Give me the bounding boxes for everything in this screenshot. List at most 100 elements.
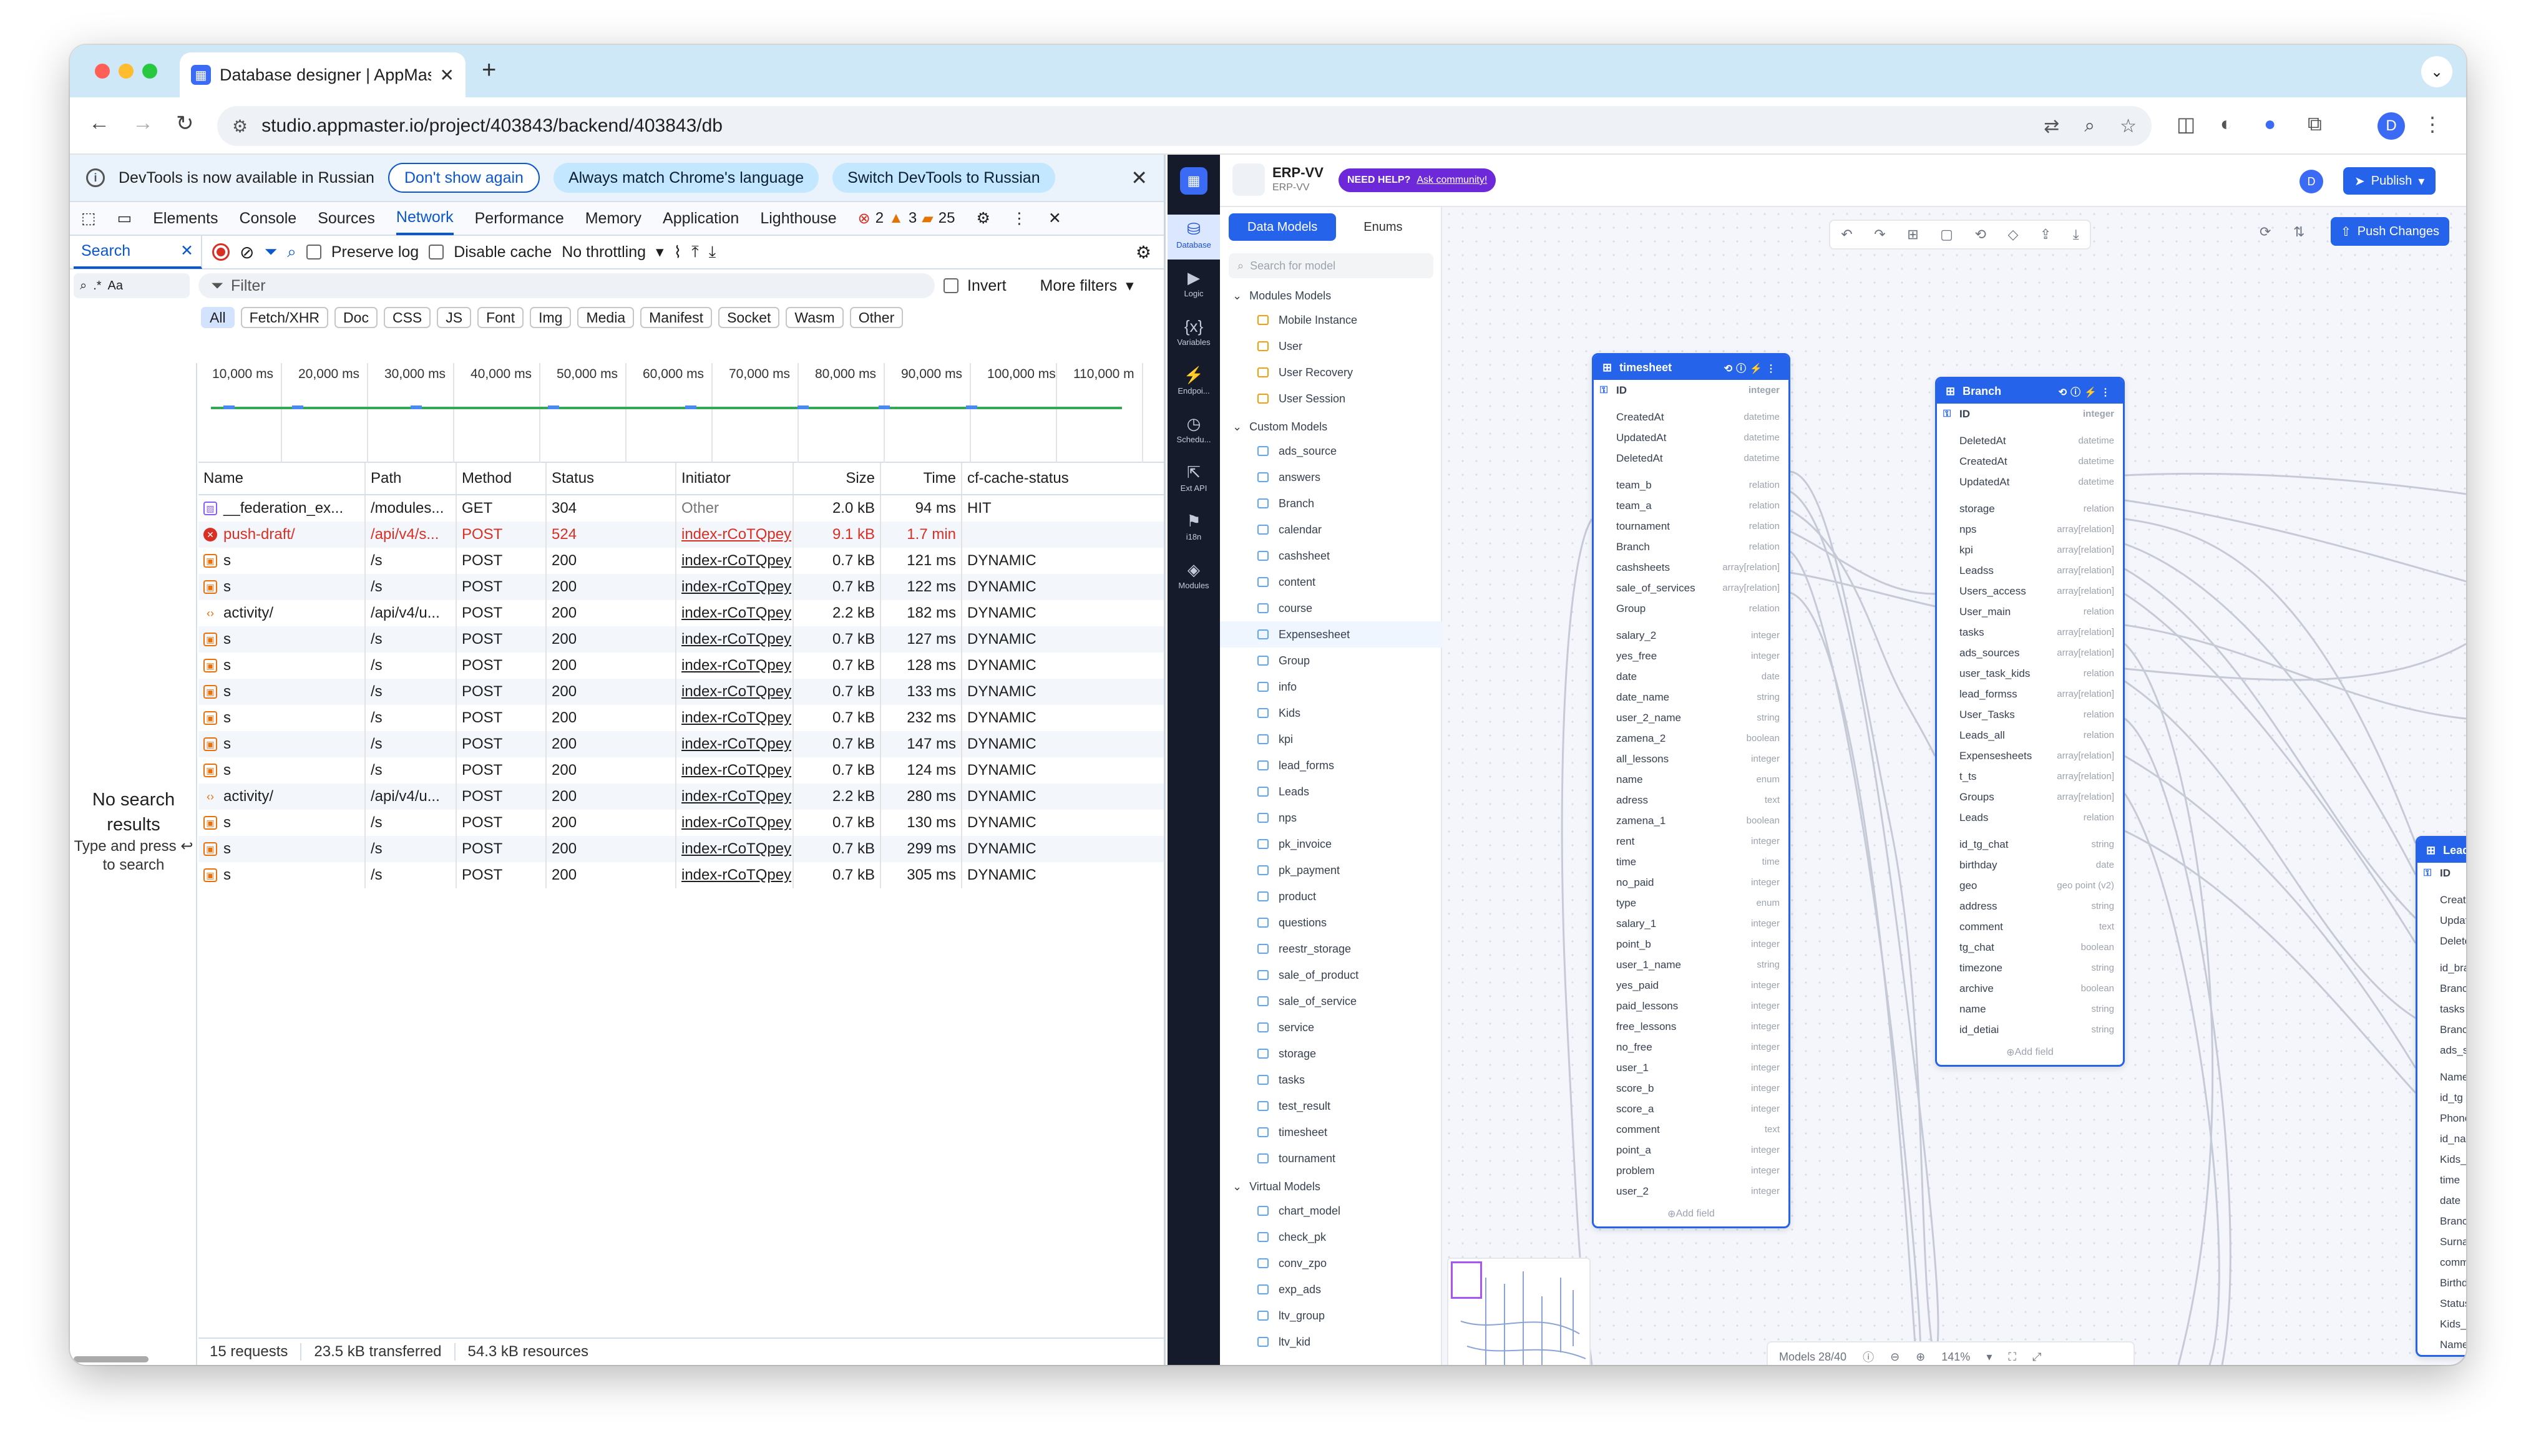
- field-row[interactable]: team_a relation: [1594, 495, 1788, 516]
- initiator-cell[interactable]: index-rCoTQpey: [676, 862, 794, 888]
- name-cell[interactable]: ▣ s: [198, 548, 366, 574]
- diagram-canvas[interactable]: ↶ ↷ ⊞ ▢ ⟲ ◇ ⇪ ⤓ ⟳ ⇅ ⇧ Push Changes Model…: [1442, 207, 2466, 1365]
- throttling-select[interactable]: No throttling: [562, 243, 646, 261]
- table-row[interactable]: ▣ s/s POST 200 index-rCoTQpey 0.7 kB 127 ms DYN…: [198, 626, 1164, 653]
- field-row[interactable]: cashsheets array[relation]: [1594, 557, 1788, 578]
- table-row[interactable]: ‹› activity/ /api/v4/u... POST 200 index-rCoT…: [198, 784, 1164, 810]
- initiator-link[interactable]: index-rCoTQpey: [681, 866, 791, 884]
- rail-item-variables[interactable]: {x} Variables: [1168, 312, 1220, 357]
- search-drawer-tab[interactable]: Search ✕: [74, 235, 202, 269]
- table-row[interactable]: ▣ s/s POST 200 index-rCoTQpey 0.7 kB 128 ms DYN…: [198, 653, 1164, 679]
- disable-cache-checkbox[interactable]: [429, 245, 444, 260]
- name-cell[interactable]: ▣ s: [198, 705, 366, 731]
- publish-button[interactable]: ➤ Publish ▾: [2343, 167, 2436, 195]
- field-row[interactable]: ID integer: [1937, 404, 2123, 424]
- field-row[interactable]: tasks: [2417, 999, 2466, 1019]
- model-item[interactable]: kpi: [1220, 726, 1442, 752]
- model-item[interactable]: Leads: [1220, 779, 1442, 805]
- model-item[interactable]: storage: [1220, 1041, 1442, 1067]
- field-row[interactable]: user_1_name string: [1594, 954, 1788, 975]
- model-item[interactable]: sale_of_product: [1220, 962, 1442, 988]
- zoom-icon[interactable]: ⌕: [2084, 115, 2095, 137]
- field-row[interactable]: archive boolean: [1937, 978, 2123, 999]
- request-name[interactable]: activity/: [223, 788, 273, 805]
- initiator-link[interactable]: index-rCoTQpey: [681, 604, 791, 622]
- initiator-cell[interactable]: index-rCoTQpey: [676, 574, 794, 600]
- field-row[interactable]: problem integer: [1594, 1160, 1788, 1181]
- field-row[interactable]: ID integer: [1594, 380, 1788, 400]
- rail-item-database[interactable]: ⛁ Database: [1168, 215, 1220, 260]
- table-row[interactable]: ‹› activity/ /api/v4/u... POST 200 index-rCoT…: [198, 600, 1164, 626]
- initiator-cell[interactable]: index-rCoTQpey: [676, 548, 794, 574]
- field-row[interactable]: user_2 integer: [1594, 1181, 1788, 1201]
- model-item[interactable]: tasks: [1220, 1067, 1442, 1093]
- model-item[interactable]: pk_payment: [1220, 857, 1442, 883]
- field-row[interactable]: Leads relation: [1937, 807, 2123, 828]
- field-row[interactable]: ads_sour: [2417, 1040, 2466, 1060]
- field-row[interactable]: free_lessons integer: [1594, 1016, 1788, 1037]
- initiator-cell[interactable]: index-rCoTQpey: [676, 600, 794, 626]
- type-filter-manifest[interactable]: Manifest: [640, 307, 713, 328]
- field-row[interactable]: Branch_n: [2417, 978, 2466, 999]
- model-item[interactable]: exp_ads: [1220, 1276, 1442, 1303]
- model-item[interactable]: pk_invoice: [1220, 831, 1442, 857]
- initiator-cell[interactable]: index-rCoTQpey: [676, 731, 794, 757]
- type-filter-font[interactable]: Font: [477, 307, 524, 328]
- initiator-link[interactable]: index-rCoTQpey: [681, 683, 791, 701]
- rail-item-i18n[interactable]: ⚑ i18n: [1168, 507, 1220, 551]
- group-chevron-icon[interactable]: ⌄: [1232, 289, 1242, 303]
- request-name[interactable]: s: [223, 631, 231, 648]
- request-name[interactable]: s: [223, 866, 231, 884]
- network-settings-gear-icon[interactable]: ⚙: [1136, 242, 1151, 263]
- request-name[interactable]: activity/: [223, 604, 273, 622]
- zoom-chevron-icon[interactable]: ▾: [1986, 1351, 1992, 1364]
- request-name[interactable]: push-draft/: [223, 526, 295, 543]
- field-row[interactable]: sale_of_services array[relation]: [1594, 578, 1788, 598]
- table-row[interactable]: ▣ s/s POST 200 index-rCoTQpey 0.7 kB 232 ms DYN…: [198, 705, 1164, 731]
- close-window-button[interactable]: [95, 64, 110, 79]
- model-item[interactable]: content: [1220, 569, 1442, 595]
- tab-console[interactable]: Console: [239, 201, 296, 235]
- table-row[interactable]: ▣ s/s POST 200 index-rCoTQpey 0.7 kB 299 ms DYN…: [198, 836, 1164, 862]
- field-row[interactable]: point_b integer: [1594, 934, 1788, 954]
- model-item[interactable]: timesheet: [1220, 1119, 1442, 1145]
- request-name[interactable]: __federation_ex...: [223, 500, 343, 517]
- devtools-settings-gear-icon[interactable]: ⚙: [976, 201, 990, 235]
- undo-icon[interactable]: ↶: [1841, 226, 1852, 243]
- field-row[interactable]: t_ts array[relation]: [1937, 766, 2123, 787]
- name-cell[interactable]: ▨ __federation_ex...: [198, 495, 366, 522]
- inspect-element-icon[interactable]: ⬚: [81, 201, 96, 235]
- model-item[interactable]: ltv_kid: [1220, 1329, 1442, 1355]
- import-icon[interactable]: ⤓: [2073, 226, 2079, 243]
- model-group[interactable]: ⌄ Modules Models: [1220, 284, 1442, 307]
- name-cell[interactable]: ‹› activity/: [198, 600, 366, 626]
- field-row[interactable]: time time: [1594, 852, 1788, 872]
- model-item[interactable]: answers: [1220, 464, 1442, 490]
- browser-menu-icon[interactable]: ⋮: [2422, 112, 2442, 136]
- ask-community-link[interactable]: Ask community!: [1417, 175, 1487, 186]
- model-card-timesheet[interactable]: ⊞timesheet⟲ⓘ⚡⋮IDintegerCreatedAtdatetime…: [1592, 353, 1790, 1228]
- request-name[interactable]: s: [223, 762, 231, 779]
- type-filter-doc[interactable]: Doc: [334, 307, 378, 328]
- translate-icon[interactable]: ⇄: [2044, 115, 2059, 137]
- need-help-banner[interactable]: NEED HELP? Ask community!: [1339, 168, 1496, 192]
- type-filter-js[interactable]: JS: [437, 307, 472, 328]
- field-row[interactable]: Branch: [2417, 1211, 2466, 1231]
- column-header[interactable]: Time: [881, 463, 962, 494]
- field-row[interactable]: user_1 integer: [1594, 1057, 1788, 1078]
- field-row[interactable]: team_b relation: [1594, 475, 1788, 495]
- model-card-branch[interactable]: ⊞Branch⟲ⓘ⚡⋮IDintegerDeletedAtdatetimeCre…: [1935, 377, 2125, 1067]
- model-item[interactable]: questions: [1220, 910, 1442, 936]
- field-row[interactable]: adress text: [1594, 790, 1788, 810]
- add-model-icon[interactable]: ⊞: [1907, 226, 1918, 243]
- field-row[interactable]: geo geo point (v2): [1937, 875, 2123, 896]
- tab-application[interactable]: Application: [663, 201, 739, 235]
- field-row[interactable]: yes_paid integer: [1594, 975, 1788, 996]
- rail-item-external-api[interactable]: ⇱ Ext API: [1168, 458, 1220, 503]
- field-row[interactable]: Expensesheets array[relation]: [1937, 745, 2123, 766]
- type-filter-all[interactable]: All: [201, 307, 235, 328]
- name-cell[interactable]: ▣ s: [198, 757, 366, 784]
- network-conditions-icon[interactable]: ⌇: [674, 243, 682, 262]
- column-header[interactable]: cf-cache-status: [962, 463, 1164, 494]
- search-pane-scrollbar[interactable]: [74, 1356, 149, 1362]
